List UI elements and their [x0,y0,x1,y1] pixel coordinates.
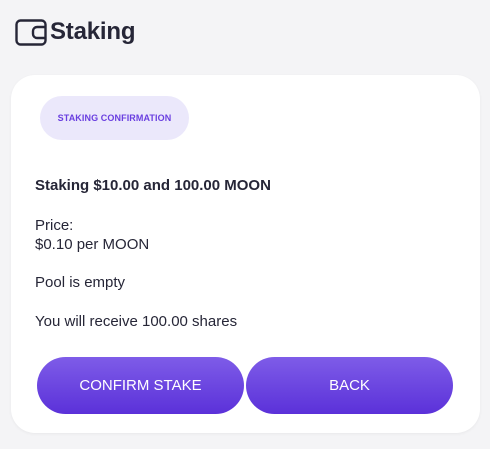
confirm-stake-button[interactable]: CONFIRM STAKE [37,357,244,414]
price-label: Price: [35,217,74,234]
price-value: $0.10 per MOON [35,236,150,253]
pool-status: Pool is empty [35,274,126,291]
shares-info: You will receive 100.00 shares [35,313,238,330]
wallet-icon [15,18,47,46]
staking-summary: Staking $10.00 and 100.00 MOON [35,177,271,194]
staking-confirmation-card: STAKING CONFIRMATION Staking $10.00 and … [11,75,480,433]
staking-confirmation-badge: STAKING CONFIRMATION [40,96,189,140]
app-header: Staking [15,17,135,47]
back-button[interactable]: BACK [246,357,453,414]
page-title: Staking [50,18,136,45]
